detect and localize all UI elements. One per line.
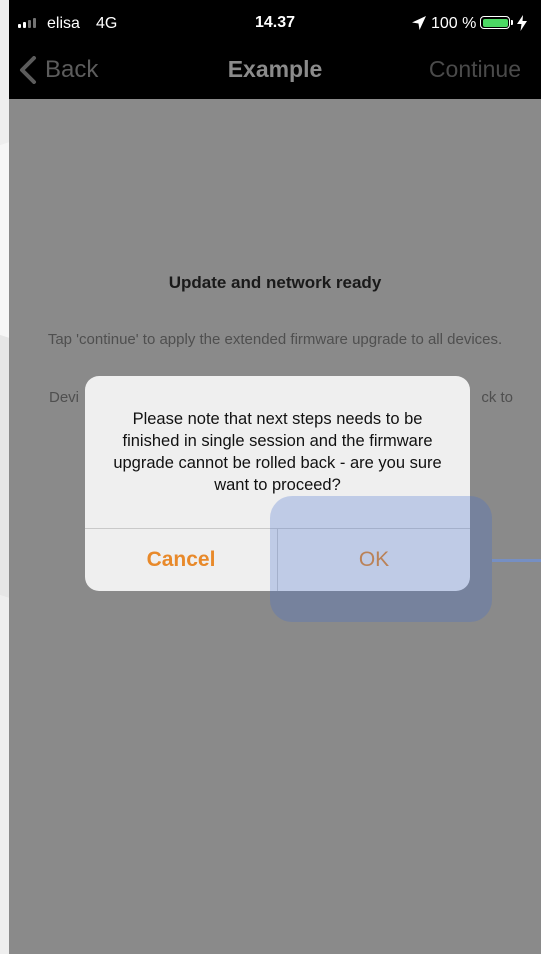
battery-percent: 100 % — [431, 15, 477, 32]
navigation-bar: Back Example Continue — [9, 46, 541, 99]
touch-indicator-line — [492, 559, 541, 562]
paragraph-fragment-start: Devi — [49, 389, 80, 406]
dialog-message: Please note that next steps needs to be … — [113, 410, 442, 494]
battery-fill — [482, 18, 508, 27]
content-heading: Update and network ready — [168, 273, 382, 292]
continue-button[interactable]: Continue — [429, 56, 521, 83]
battery-icon — [480, 16, 510, 29]
status-bar: elisa 4G 14.37 100 % — [9, 0, 541, 46]
cancel-button[interactable]: Cancel — [85, 529, 277, 591]
paragraph-fragment-end: ck to — [481, 389, 513, 406]
content-paragraph: Tap 'continue' to apply the extended fir… — [47, 331, 503, 348]
phone-screen: elisa 4G 14.37 100 % Back Example Contin… — [9, 0, 541, 954]
battery-tip — [511, 20, 513, 25]
location-arrow-icon — [412, 16, 426, 30]
charging-bolt-icon — [517, 15, 527, 31]
touch-indicator — [270, 496, 492, 622]
